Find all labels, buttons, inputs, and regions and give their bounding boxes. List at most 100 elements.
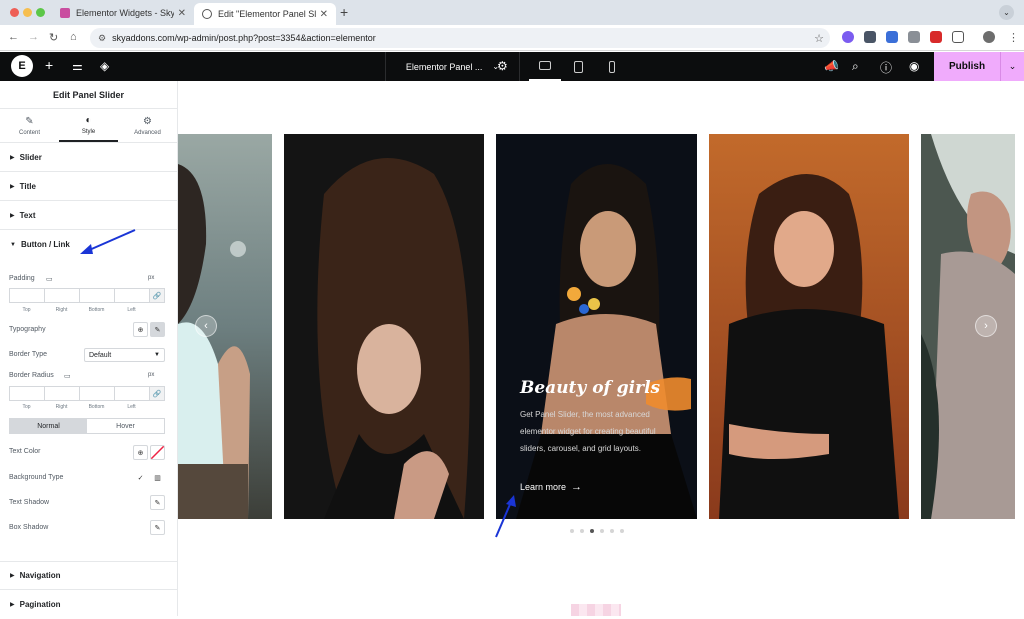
home-icon[interactable]: ⌂ <box>70 31 77 43</box>
radius-left-input[interactable] <box>114 386 149 401</box>
elementor-logo-icon[interactable]: E <box>11 55 33 77</box>
pagination-dot[interactable] <box>580 529 584 533</box>
new-tab-icon[interactable]: + <box>340 4 348 20</box>
back-icon[interactable]: ← <box>8 31 19 43</box>
publish-options-chevron-icon[interactable]: ⌄ <box>1000 52 1024 81</box>
slide-card-1[interactable] <box>178 134 272 519</box>
site-settings-sliders-icon[interactable]: ⚌ <box>72 59 83 73</box>
learn-more-link[interactable]: Learn more → <box>520 481 582 493</box>
padding-top-input[interactable] <box>9 288 44 303</box>
browser-tab-widgets[interactable]: Elementor Widgets - Sky Addo ✕ <box>52 3 194 23</box>
slide-card-3-active[interactable] <box>496 134 697 519</box>
extension-translate-icon[interactable] <box>886 31 898 43</box>
slide-card-4[interactable] <box>709 134 909 519</box>
radius-top-input[interactable] <box>9 386 44 401</box>
link-values-icon[interactable]: 🔗 <box>149 288 165 303</box>
slider-prev-arrow-icon[interactable]: ‹ <box>195 315 217 337</box>
pagination-dot-active[interactable] <box>590 529 594 533</box>
section-title[interactable]: ▶ Title <box>0 172 177 201</box>
pagination-dot[interactable] <box>600 529 604 533</box>
preview-eye-icon[interactable]: ◉ <box>909 59 919 73</box>
edit-box-shadow-pencil-icon[interactable]: ✎ <box>150 520 165 535</box>
desktop-view-icon[interactable] <box>529 52 561 81</box>
slide-title: Beauty of girls <box>520 378 661 398</box>
edit-text-shadow-pencil-icon[interactable]: ✎ <box>150 495 165 510</box>
color-picker-swatch[interactable] <box>150 445 165 460</box>
radius-right-input[interactable] <box>44 386 79 401</box>
extension-reader-icon[interactable] <box>908 31 920 43</box>
browser-menu-icon[interactable]: ⋮ <box>1008 31 1019 44</box>
maximize-window-button[interactable] <box>36 8 45 17</box>
tab-label: Content <box>18 129 40 136</box>
add-element-icon[interactable]: + <box>45 57 53 73</box>
extension-shield-icon[interactable] <box>864 31 876 43</box>
slider-next-arrow-icon[interactable]: › <box>975 315 997 337</box>
typography-label: Typography <box>9 326 46 333</box>
padding-right-input[interactable] <box>44 288 79 303</box>
caret-right-icon: ▶ <box>10 212 15 219</box>
section-slider[interactable]: ▶ Slider <box>0 143 177 172</box>
profile-avatar[interactable] <box>983 31 995 43</box>
extension-red-icon[interactable] <box>930 31 942 43</box>
tablet-view-icon[interactable] <box>562 52 594 81</box>
publish-button[interactable]: Publish <box>934 52 1000 81</box>
global-typography-icon[interactable]: ⊕ <box>133 322 148 337</box>
responsive-desktop-icon[interactable]: ▭ <box>46 275 53 283</box>
caret-right-icon: ▶ <box>10 183 15 190</box>
padding-left-input[interactable] <box>114 288 149 303</box>
pagination-dot[interactable] <box>610 529 614 533</box>
dim-label: Right <box>55 307 68 313</box>
close-tab-icon[interactable]: ✕ <box>178 8 186 19</box>
browser-tab-editor[interactable]: Edit "Elementor Panel Slider" ✕ <box>194 3 336 25</box>
search-icon[interactable]: ⌕ <box>852 59 859 74</box>
link-values-icon[interactable]: 🔗 <box>149 386 165 401</box>
site-settings-icon[interactable]: ⚙ <box>98 33 106 44</box>
pagination-dot[interactable] <box>620 529 624 533</box>
padding-unit-select[interactable]: px <box>148 275 154 281</box>
caret-right-icon: ▶ <box>10 602 15 608</box>
edit-typography-pencil-icon[interactable]: ✎ <box>150 322 165 337</box>
page-settings-gear-icon[interactable]: ⚙ <box>497 59 508 73</box>
extensions-puzzle-icon[interactable] <box>952 31 964 43</box>
half-circle-icon: ◐ <box>85 114 92 126</box>
help-icon[interactable]: ⓘ <box>880 59 892 76</box>
structure-layers-icon[interactable]: ◈ <box>100 59 109 73</box>
tab-label: Advanced <box>134 129 161 136</box>
radius-bottom-input[interactable] <box>79 386 114 401</box>
padding-bottom-input[interactable] <box>79 288 114 303</box>
dim-label: Bottom <box>88 307 105 313</box>
padding-dimension-labels: Top Right Bottom Left <box>9 307 149 313</box>
tab-advanced[interactable]: ⚙ Advanced <box>118 109 177 142</box>
reload-icon[interactable]: ↻ <box>49 31 58 44</box>
responsive-desktop-icon[interactable]: ▭ <box>64 372 71 380</box>
border-radius-unit-select[interactable]: px <box>148 372 154 378</box>
text-shadow-label: Text Shadow <box>9 499 50 506</box>
close-tab-icon[interactable]: ✕ <box>320 9 328 20</box>
forward-icon[interactable]: → <box>28 31 39 43</box>
gradient-icon[interactable]: ▥ <box>150 470 165 485</box>
radius-dimension-labels: Top Right Bottom Left <box>9 404 149 410</box>
slide-card-2[interactable] <box>284 134 484 519</box>
bookmark-star-icon[interactable]: ☆ <box>814 32 824 45</box>
global-color-icon[interactable]: ⊕ <box>133 445 148 460</box>
section-pagination[interactable]: ▶ Pagination <box>0 590 178 619</box>
mobile-view-icon[interactable] <box>596 52 628 81</box>
tab-hover[interactable]: Hover <box>87 419 164 433</box>
slide-image-5 <box>921 134 1015 519</box>
classic-brush-icon[interactable]: ✓ <box>133 470 148 485</box>
tab-normal[interactable]: Normal <box>10 419 87 433</box>
notifications-megaphone-icon[interactable]: 📣 <box>824 59 839 73</box>
tab-content[interactable]: ✎ Content <box>0 109 59 142</box>
slide-image-2 <box>284 134 484 519</box>
padding-label: Padding <box>9 275 35 282</box>
close-window-button[interactable] <box>10 8 19 17</box>
section-navigation[interactable]: ▶ Navigation <box>0 561 178 590</box>
url-field[interactable]: ⚙ skyaddons.com/wp-admin/post.php?post=3… <box>90 28 830 48</box>
tab-style[interactable]: ◐ Style <box>59 109 118 142</box>
slide-card-5[interactable] <box>921 134 1015 519</box>
pagination-dot[interactable] <box>570 529 574 533</box>
minimize-window-button[interactable] <box>23 8 32 17</box>
tab-search-chevron-icon[interactable]: ⌄ <box>999 5 1014 20</box>
extension-color-icon[interactable] <box>842 31 854 43</box>
border-type-select[interactable]: Default ▼ <box>84 348 165 362</box>
